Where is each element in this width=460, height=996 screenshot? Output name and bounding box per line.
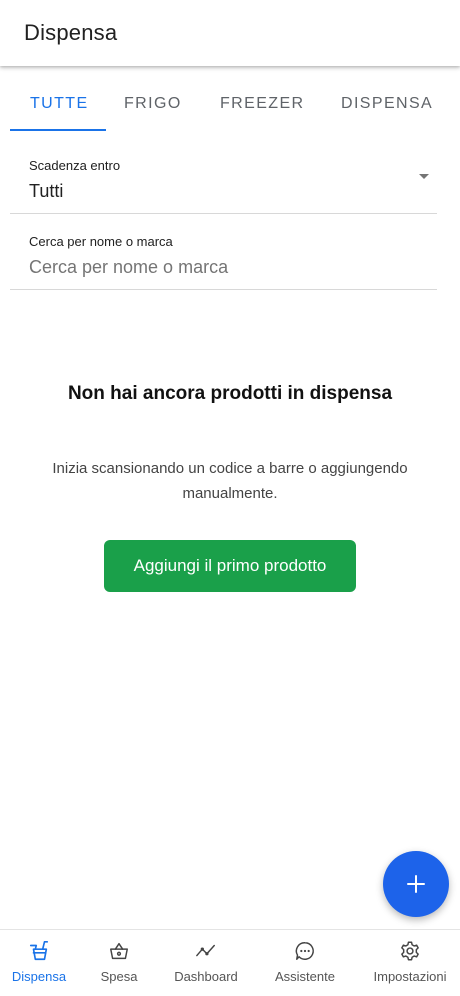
nav-item-dashboard[interactable]: Dashboard (164, 930, 248, 996)
app-bar: Dispensa (0, 0, 460, 66)
location-tabs: TUTTE FRIGO FREEZER DISPENSA (0, 66, 460, 134)
add-first-product-button[interactable]: Aggiungi il primo prodotto (104, 540, 356, 592)
nav-label-spesa: Spesa (100, 969, 138, 984)
search-input[interactable] (29, 257, 409, 278)
nav-label-dispensa: Dispensa (11, 969, 67, 984)
chat-icon (295, 942, 314, 960)
search-field-label: Cerca per nome o marca (29, 234, 173, 249)
empty-state-title: Non hai ancora prodotti in dispensa (67, 383, 393, 404)
nav-label-dashboard: Dashboard (174, 969, 238, 984)
tab-frigo[interactable]: FRIGO (124, 95, 182, 113)
search-field: Cerca per nome o marca (10, 223, 437, 290)
page-title: Dispensa (24, 20, 118, 45)
bottom-navigation: Dispensa Spesa Dashboard Assistente Impo… (0, 929, 460, 996)
expiry-select-label: Scadenza entro (29, 158, 121, 173)
nav-item-dispensa[interactable]: Dispensa (2, 930, 76, 996)
tab-dispensa[interactable]: DISPENSA (341, 95, 433, 113)
tab-freezer[interactable]: FREEZER (220, 95, 304, 113)
trend-icon (196, 944, 215, 957)
nav-label-impostazioni: Impostazioni (373, 969, 447, 984)
empty-state-description: Inizia scansionando un codice a barre o … (52, 460, 408, 502)
gear-icon (401, 941, 419, 961)
basket-icon (110, 942, 128, 960)
nav-item-assistente[interactable]: Assistente (262, 930, 348, 996)
active-tab-indicator (10, 129, 106, 131)
food-icon (29, 941, 49, 961)
plus-icon (407, 875, 425, 893)
nav-item-impostazioni[interactable]: Impostazioni (362, 930, 458, 996)
dropdown-arrow-icon (419, 174, 429, 179)
expiry-select[interactable]: Scadenza entro Tutti (10, 146, 437, 214)
tab-tutte[interactable]: TUTTE (30, 95, 89, 113)
nav-label-assistente: Assistente (275, 969, 335, 984)
nav-item-spesa[interactable]: Spesa (88, 930, 150, 996)
expiry-select-value: Tutti (29, 181, 64, 201)
add-product-fab[interactable] (383, 851, 449, 917)
